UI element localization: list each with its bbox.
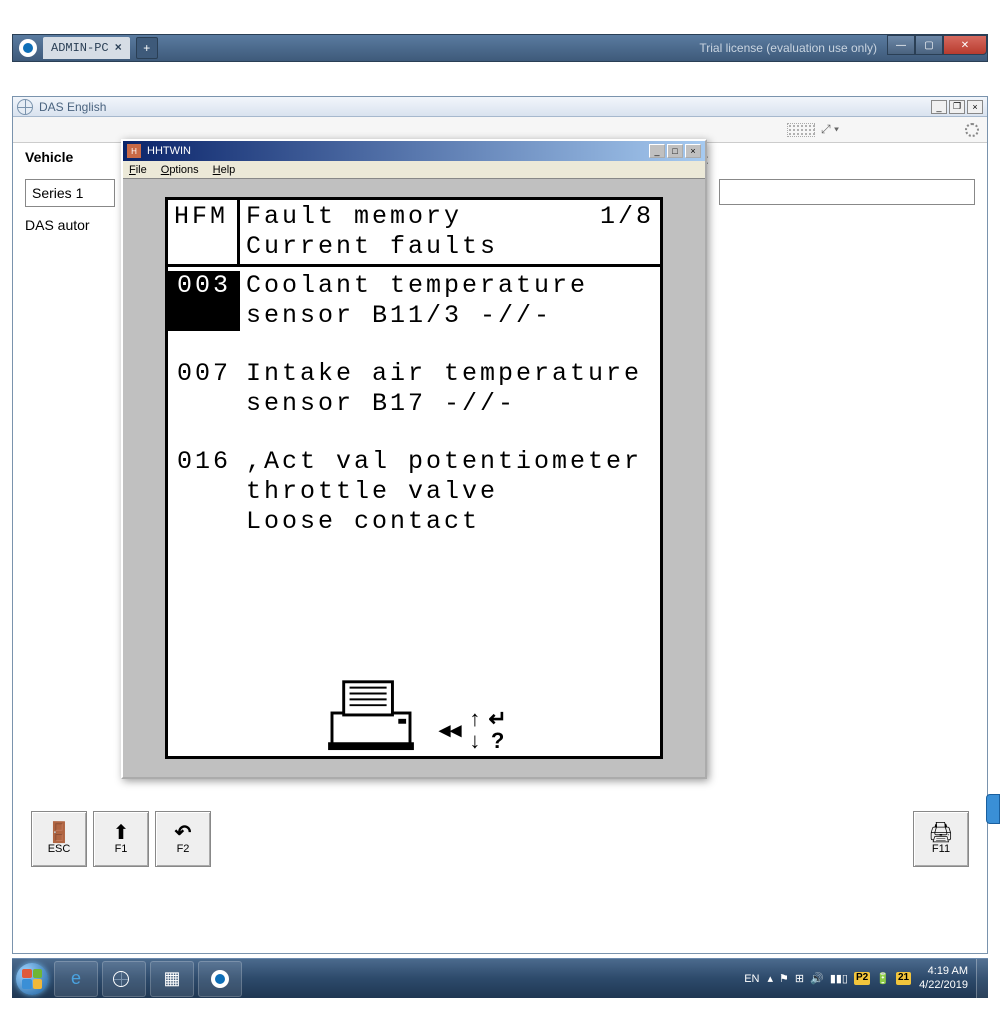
das-titlebar: DAS English _ ❐ ×	[13, 97, 987, 117]
tray-badge-2[interactable]: 21	[896, 972, 911, 985]
windows-taskbar: e ▦ EN ▴ ⚑ ⊞ 🔊 ▮▮▯ P2 🔋 21 4:19 AM 4/22/…	[12, 958, 988, 998]
new-tab-button[interactable]: +	[136, 37, 158, 59]
hhtwin-body: HFM Fault memory 1/8 Current faults 003C…	[123, 179, 705, 777]
tray-volume-icon[interactable]: 🔊	[810, 972, 824, 985]
up-arrow-icon: ⬆	[113, 823, 130, 843]
tray-flag-icon[interactable]: ⚑	[779, 972, 789, 985]
window-controls: — ▢ ✕	[887, 35, 987, 55]
fault-code: 003	[168, 271, 240, 331]
menu-options[interactable]: Options	[161, 164, 199, 176]
lcd-footer: ◂◂ ↑ ↓ ↵ ?	[168, 662, 660, 752]
expand-icon[interactable]: ⤢ ▾	[821, 122, 839, 137]
close-button[interactable]: ✕	[943, 35, 987, 55]
minimize-button[interactable]: —	[887, 35, 915, 55]
hhtwin-titlebar[interactable]: H HHTWIN _ □ ×	[123, 141, 705, 161]
lcd-title: Fault memory	[246, 202, 462, 232]
search-field[interactable]	[719, 179, 975, 205]
mercedes-taskbar-button[interactable]	[102, 961, 146, 997]
tab-label: ADMIN-PC	[51, 41, 109, 55]
menu-help[interactable]: Help	[213, 164, 236, 176]
fault-row[interactable]: 016,Act val potentiometerthrottle valveL…	[168, 447, 660, 537]
exit-door-icon: 🚪	[47, 823, 72, 843]
system-tray: EN ▴ ⚑ ⊞ 🔊 ▮▮▯ P2 🔋 21 4:19 AM 4/22/2019	[744, 965, 976, 991]
undo-icon: ↶	[175, 823, 192, 843]
ie-taskbar-button[interactable]: e	[54, 961, 98, 997]
rewind-icon[interactable]: ◂◂	[439, 719, 461, 741]
hhtwin-window: H HHTWIN _ □ × File Options Help HFM Fau…	[121, 139, 707, 779]
lcd-header: HFM Fault memory 1/8 Current faults	[168, 200, 660, 267]
hhtwin-menubar: File Options Help	[123, 161, 705, 179]
f1-button[interactable]: ⬆ F1	[93, 811, 149, 867]
das-autor-text: DAS autor	[25, 217, 90, 233]
enter-icon[interactable]: ↵	[488, 708, 506, 730]
language-indicator[interactable]: EN	[744, 973, 759, 985]
toolbar-grip-icon[interactable]	[787, 123, 815, 137]
lcd-module-label: HFM	[168, 200, 240, 264]
hhtwin-title-text: HHTWIN	[147, 145, 191, 157]
tray-network-icon[interactable]: ⊞	[795, 972, 804, 985]
taskbar-clock[interactable]: 4:19 AM 4/22/2019	[919, 965, 968, 991]
das-title: DAS English	[39, 100, 106, 114]
gear-icon[interactable]	[965, 123, 979, 137]
inner-close-button[interactable]: ×	[967, 100, 983, 114]
series-dropdown[interactable]: Series 1	[25, 179, 115, 207]
lcd-nav-icons: ◂◂ ↑ ↓ ↵ ?	[439, 708, 507, 752]
app-taskbar-button[interactable]: ▦	[150, 961, 194, 997]
teamviewer-icon	[19, 39, 37, 57]
side-panel-tab[interactable]	[986, 794, 1000, 824]
tray-arrow-icon[interactable]: ▴	[768, 972, 774, 985]
trial-license-text: Trial license (evaluation use only)	[699, 41, 877, 55]
maximize-button[interactable]: ▢	[915, 35, 943, 55]
hhtwin-close-button[interactable]: ×	[685, 144, 701, 158]
lcd-subtitle: Current faults	[246, 232, 654, 262]
teamviewer-titlebar: ADMIN-PC × + Trial license (evaluation u…	[12, 34, 988, 62]
das-main-window: DAS English _ ❐ × ⤢ ▾ Vehicle Series 1 t…	[12, 96, 988, 954]
lcd-page-indicator: 1/8	[600, 202, 654, 232]
hhtwin-maximize-button[interactable]: □	[667, 144, 683, 158]
diagnostic-lcd-screen: HFM Fault memory 1/8 Current faults 003C…	[165, 197, 663, 759]
tray-battery-icon[interactable]: 🔋	[876, 972, 890, 985]
f2-button[interactable]: ↶ F2	[155, 811, 211, 867]
printer-icon: 🖨	[928, 823, 953, 843]
inner-restore-button[interactable]: ❐	[949, 100, 965, 114]
fault-description: Intake air temperaturesensor B17 -//-	[240, 359, 660, 419]
browser-tab[interactable]: ADMIN-PC ×	[43, 37, 130, 59]
show-desktop-button[interactable]	[976, 959, 988, 999]
tray-signal-icon[interactable]: ▮▮▯	[830, 972, 848, 985]
page-margin	[0, 998, 1000, 1034]
tab-close-icon[interactable]: ×	[115, 41, 122, 55]
fault-row[interactable]: 003Coolant temperaturesensor B11/3 -//-	[168, 271, 660, 331]
up-arrow-icon[interactable]: ↑	[469, 708, 480, 730]
fault-description: ,Act val potentiometerthrottle valveLoos…	[240, 447, 660, 537]
down-arrow-icon[interactable]: ↓	[469, 730, 480, 752]
fault-row[interactable]: 007Intake air temperaturesensor B17 -//-	[168, 359, 660, 419]
esc-button[interactable]: 🚪 ESC	[31, 811, 87, 867]
f11-button[interactable]: 🖨 F11	[913, 811, 969, 867]
mercedes-logo-icon	[17, 99, 33, 115]
teamviewer-taskbar-button[interactable]	[198, 961, 242, 997]
tray-badge-1[interactable]: P2	[854, 972, 870, 985]
start-button[interactable]	[12, 959, 52, 999]
menu-file[interactable]: File	[129, 164, 147, 176]
fault-code: 007	[168, 359, 240, 419]
printer-icon[interactable]	[321, 674, 421, 752]
help-icon[interactable]: ?	[491, 730, 504, 752]
fault-code: 016	[168, 447, 240, 537]
function-key-bar: 🚪 ESC ⬆ F1 ↶ F2 🖨 F11	[25, 809, 975, 873]
vehicle-label: Vehicle	[25, 149, 73, 165]
fault-list: 003Coolant temperaturesensor B11/3 -//-0…	[168, 267, 660, 541]
inner-minimize-button[interactable]: _	[931, 100, 947, 114]
fault-description: Coolant temperaturesensor B11/3 -//-	[240, 271, 660, 331]
hhtwin-minimize-button[interactable]: _	[649, 144, 665, 158]
hhtwin-app-icon: H	[127, 144, 141, 158]
